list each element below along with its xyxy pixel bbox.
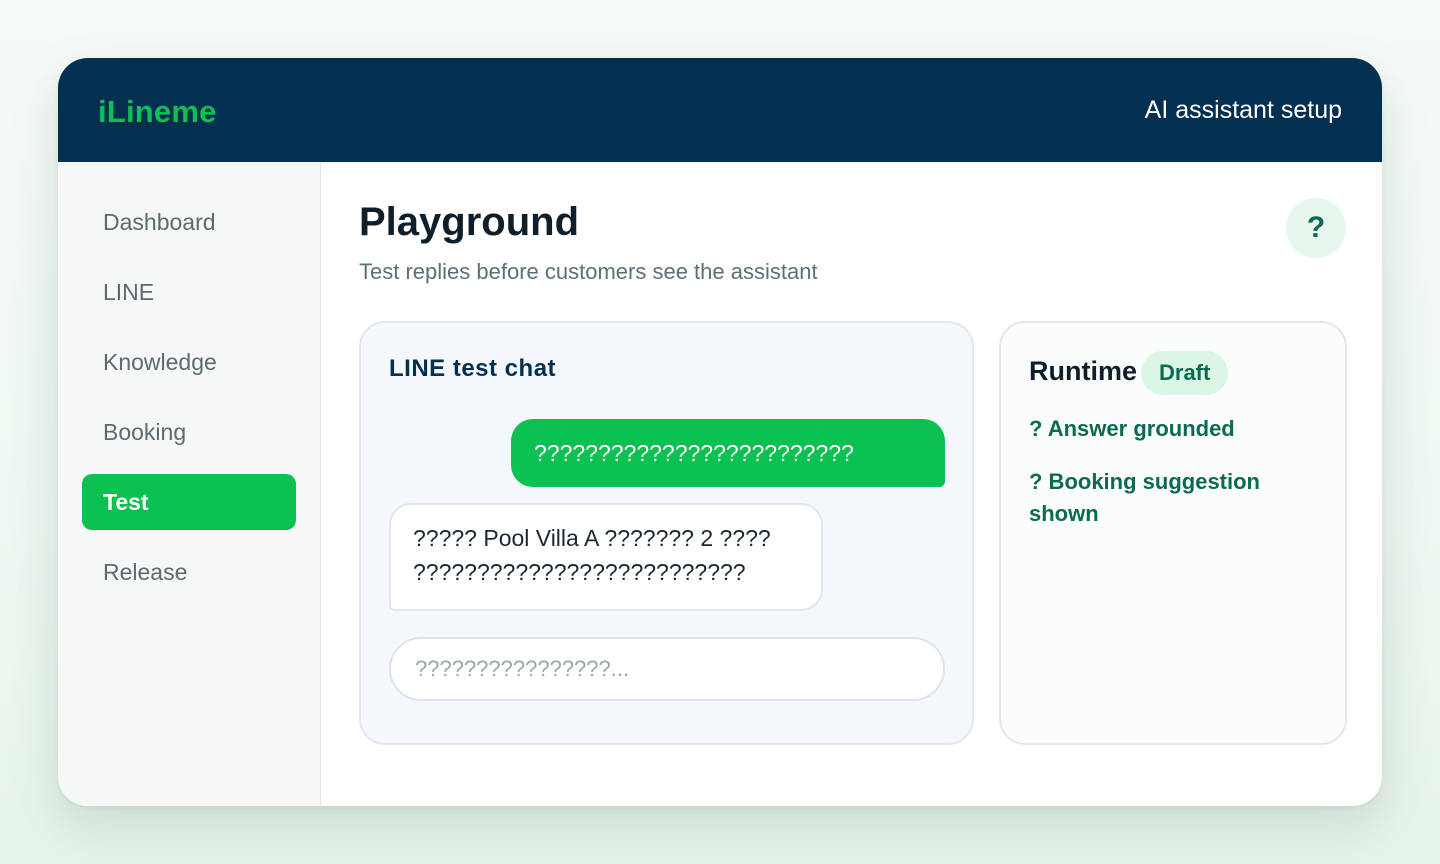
outgoing-message-bubble: ????????????????????????? (511, 419, 945, 487)
sidebar-item-release[interactable]: Release (82, 544, 296, 600)
help-button[interactable]: ? (1286, 198, 1346, 258)
status-badge: Draft (1141, 351, 1229, 395)
runtime-title: Runtime (1029, 356, 1137, 386)
page-subtitle: Test replies before customers see the as… (359, 259, 818, 284)
chat-title: LINE test chat (389, 355, 557, 382)
incoming-message-line: ????? Pool Villa A ??????? 2 ???? (413, 525, 771, 551)
main-content: Playground Test replies before customers… (322, 162, 1382, 806)
page-title: Playground (359, 200, 580, 244)
app-window: iLineme AI assistant setup Dashboard LIN… (58, 58, 1382, 806)
runtime-check-item: ? Answer grounded (1029, 416, 1235, 441)
sidebar-item-test[interactable]: Test (82, 474, 296, 530)
chat-message-input[interactable] (389, 637, 945, 701)
incoming-message-bubble: ????? Pool Villa A ??????? 2 ???? ??????… (389, 503, 823, 611)
sidebar-item-knowledge[interactable]: Knowledge (82, 334, 296, 390)
runtime-check-item: ? Booking suggestion shown (1029, 469, 1260, 526)
runtime-card: Runtime Draft ? Answer grounded ? Bookin… (999, 321, 1347, 745)
sidebar-item-dashboard[interactable]: Dashboard (82, 194, 296, 250)
chat-card: LINE test chat ?????????????????????????… (359, 321, 974, 745)
sidebar: Dashboard LINE Knowledge Booking Test Re… (58, 162, 321, 806)
header-title: AI assistant setup (1144, 96, 1342, 124)
top-header: iLineme AI assistant setup (58, 58, 1382, 162)
brand-logo[interactable]: iLineme (98, 94, 217, 130)
incoming-message-line: ?????????????????????????? (413, 559, 746, 585)
sidebar-item-line[interactable]: LINE (82, 264, 296, 320)
sidebar-item-booking[interactable]: Booking (82, 404, 296, 460)
